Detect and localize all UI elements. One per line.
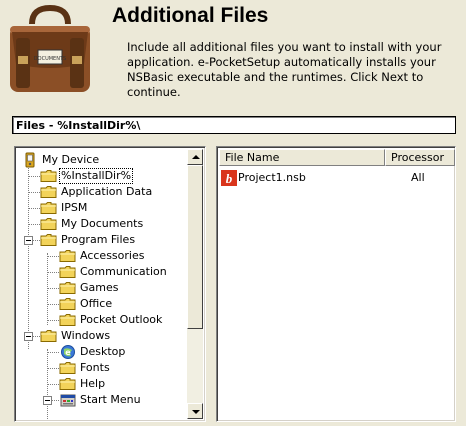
path-bar: Files - %InstallDir%\ [12, 116, 456, 134]
nsbasic-file-icon: b [221, 170, 237, 191]
folder-icon [40, 232, 58, 248]
satchel-label: DOCUMENTS [34, 56, 66, 62]
tree-node-label: My Documents [61, 217, 144, 230]
tree-node-label: Help [80, 377, 106, 390]
tree-connector [47, 256, 59, 257]
device-icon [21, 152, 39, 168]
scroll-up-button[interactable] [187, 149, 203, 165]
folder-icon [59, 296, 77, 312]
scroll-thumb[interactable] [187, 165, 203, 329]
tree-connector [47, 320, 59, 321]
folder-icon [59, 360, 77, 376]
tree-node-label: Desktop [80, 345, 126, 358]
folder-tree-content: My Device %InstallDir% Application Data IPS… [17, 149, 189, 419]
folder-tree[interactable]: My Device %InstallDir% Application Data IPS… [14, 146, 206, 422]
file-list[interactable]: File Name Processor b Project1.nsb All [216, 146, 456, 422]
tree-node-label: Start Menu [80, 393, 141, 406]
folder-icon [59, 264, 77, 280]
folder-icon [59, 376, 77, 392]
tree-connector [47, 368, 59, 369]
tree-connector [47, 288, 59, 289]
tree-node-label: Pocket Outlook [80, 313, 163, 326]
tree-vertical-scrollbar[interactable] [187, 149, 203, 419]
start-menu-icon [59, 392, 77, 408]
tree-node-label: %InstallDir% [59, 168, 134, 184]
page-title: Additional Files [112, 4, 269, 27]
folder-icon [59, 312, 77, 328]
tree-node-label: Accessories [80, 249, 145, 262]
tree-node-label: IPSM [61, 201, 88, 214]
folder-icon [40, 184, 58, 200]
folder-icon [40, 216, 58, 232]
scroll-down-button[interactable] [187, 403, 203, 419]
folder-icon [40, 200, 58, 216]
column-header-file-name[interactable]: File Name [219, 149, 385, 166]
tree-connector [28, 224, 40, 225]
file-name-cell: Project1.nsb [238, 171, 306, 184]
tree-node-label: Communication [80, 265, 167, 278]
tree-expander-collapse[interactable] [24, 332, 33, 341]
tree-node-label: Application Data [61, 185, 153, 198]
tree-node-label: Fonts [80, 361, 110, 374]
tree-connector [47, 253, 48, 325]
folder-icon [40, 168, 58, 184]
tree-connector [47, 352, 59, 353]
desktop-icon: e [59, 344, 77, 360]
tree-expander-collapse[interactable] [24, 236, 33, 245]
page-description: Include all additional files you want to… [127, 40, 442, 99]
svg-text:b: b [226, 171, 233, 186]
wizard-header: DOCUMENTS Additional Files Include all a… [0, 0, 466, 114]
tree-connector [28, 176, 40, 177]
tree-node-label: Games [80, 281, 119, 294]
folder-icon [40, 328, 58, 344]
tree-connector [47, 384, 59, 385]
tree-connector [47, 304, 59, 305]
processor-cell: All [411, 171, 425, 184]
satchel-icon: DOCUMENTS [10, 4, 90, 92]
tree-node-label: My Device [42, 153, 100, 166]
folder-icon [59, 248, 77, 264]
tree-node-label: Office [80, 297, 113, 310]
tree-connector [47, 272, 59, 273]
tree-connector [28, 208, 40, 209]
tree-expander-collapse[interactable] [43, 396, 52, 405]
file-row[interactable]: b Project1.nsb All [219, 169, 455, 186]
folder-icon [59, 280, 77, 296]
tree-node-label: Program Files [61, 233, 136, 246]
tree-node-label: Windows [61, 329, 111, 342]
column-header-processor[interactable]: Processor [385, 149, 455, 166]
svg-text:e: e [65, 348, 71, 357]
tree-connector [28, 192, 40, 193]
